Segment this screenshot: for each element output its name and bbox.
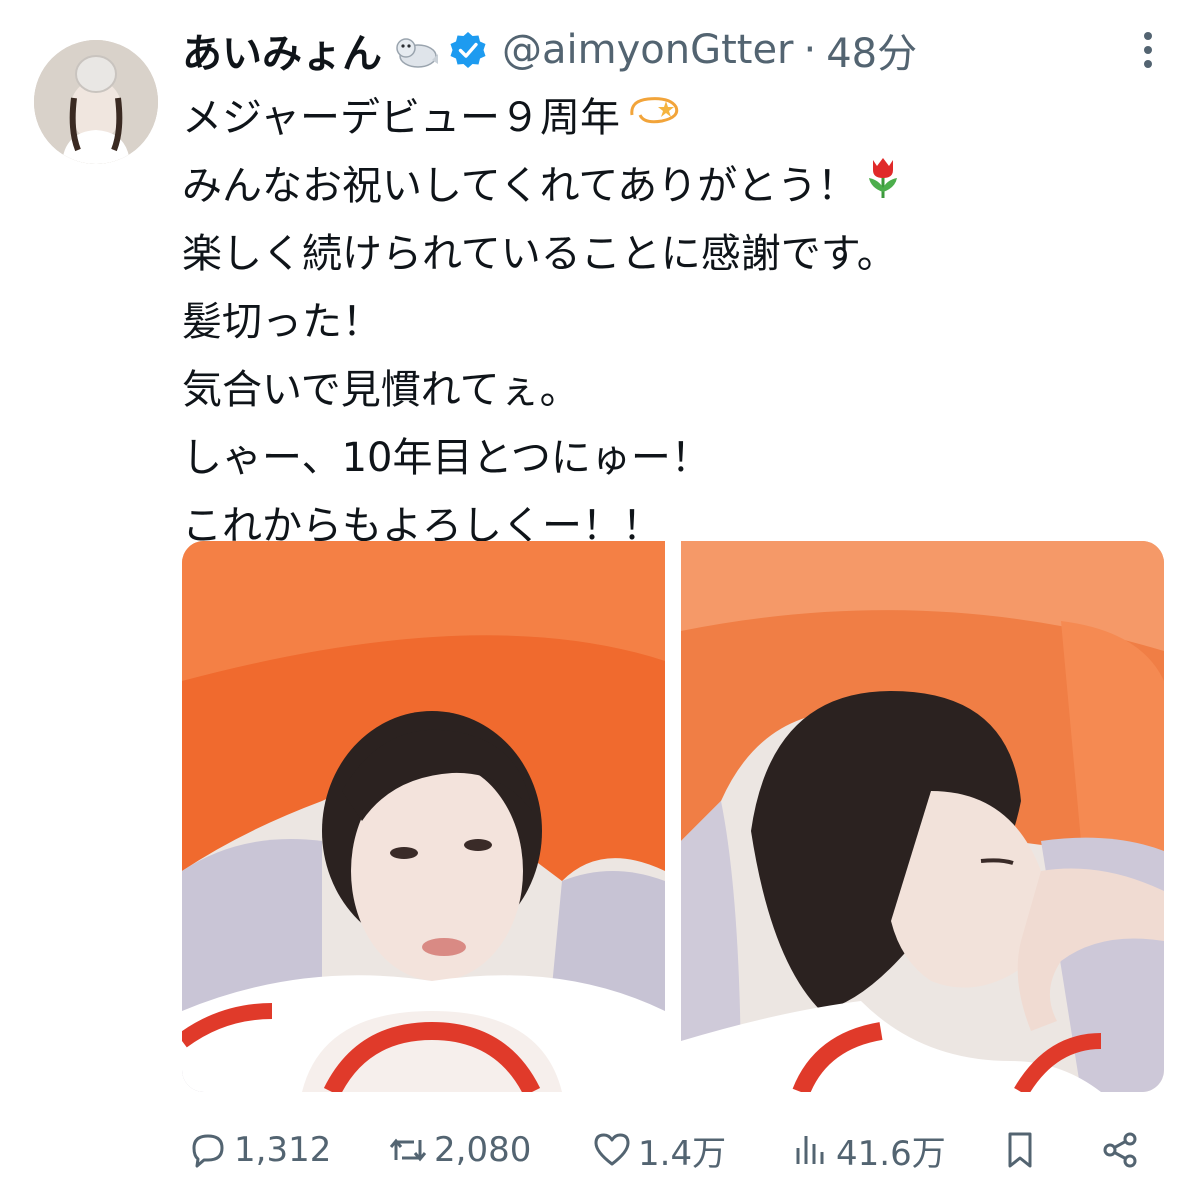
- tweet-header: あいみょん @aimyonGtter · 48分: [182, 20, 917, 80]
- tweet-line: 髪切った！: [182, 288, 1162, 356]
- like-count: 1.4万: [638, 1133, 727, 1174]
- tweet-line-text: みんなお祝いしてくれてありがとう！: [182, 163, 858, 209]
- avatar-image: [34, 40, 158, 164]
- share-button[interactable]: [1100, 1120, 1146, 1180]
- dizzy-star-icon: [626, 84, 682, 152]
- views-button[interactable]: 41.6万: [790, 1120, 946, 1180]
- reply-icon: [192, 1134, 224, 1168]
- display-name[interactable]: あいみょん: [182, 21, 382, 79]
- reply-count: 1,312: [234, 1130, 332, 1170]
- action-bar: 1,312 2,080 1.4万 41.6万: [182, 1120, 1162, 1180]
- tweet-line: 楽しく続けられていることに感謝です。: [182, 220, 1162, 288]
- tweet-line-text: しゃー、10年目とつにゅー！: [182, 435, 711, 481]
- tweet-text: メジャーデビュー９周年 みんなお祝いしてくれてありがとう！ 楽しく続けられている…: [182, 84, 1162, 560]
- tweet-line-text: 楽しく続けられていることに感謝です。: [182, 231, 897, 277]
- tweet-line-text: 気合いで見慣れてぇ。: [182, 367, 580, 413]
- share-icon: [1103, 1132, 1137, 1168]
- more-options-icon[interactable]: [1130, 28, 1166, 72]
- avatar[interactable]: [34, 40, 158, 164]
- photo-1[interactable]: [182, 541, 665, 1092]
- tweet-line: 気合いで見慣れてぇ。: [182, 356, 1162, 424]
- heart-icon: [594, 1133, 630, 1166]
- tweet-line-text: メジャーデビュー９周年: [182, 95, 620, 141]
- tweet-line-text: 髪切った！: [182, 299, 382, 345]
- verified-badge-icon: [448, 30, 488, 70]
- tweet-line: しゃー、10年目とつにゅー！: [182, 424, 1162, 492]
- tweet-line: みんなお祝いしてくれてありがとう！: [182, 152, 1162, 220]
- views-chart-icon: [796, 1136, 824, 1164]
- media-grid: [182, 541, 1164, 1092]
- bookmark-icon: [1008, 1132, 1032, 1168]
- retweet-count: 2,080: [434, 1130, 532, 1170]
- bookmark-button[interactable]: [1000, 1120, 1046, 1180]
- retweet-button[interactable]: 2,080: [388, 1120, 531, 1180]
- photo-2[interactable]: [681, 541, 1164, 1092]
- user-handle[interactable]: @aimyonGtter: [502, 27, 794, 73]
- separator-dot: ·: [803, 27, 817, 73]
- like-button[interactable]: 1.4万: [592, 1120, 726, 1180]
- reply-button[interactable]: 1,312: [188, 1120, 331, 1180]
- views-count: 41.6万: [836, 1133, 946, 1174]
- tulip-icon: [863, 152, 903, 221]
- seal-emoji-icon: [394, 30, 440, 70]
- portrait-photo-1: [182, 541, 665, 1092]
- portrait-photo-2: [681, 541, 1164, 1092]
- timestamp[interactable]: 48分: [826, 21, 917, 79]
- tweet-line: メジャーデビュー９周年: [182, 84, 1162, 152]
- retweet-icon: [389, 1138, 427, 1162]
